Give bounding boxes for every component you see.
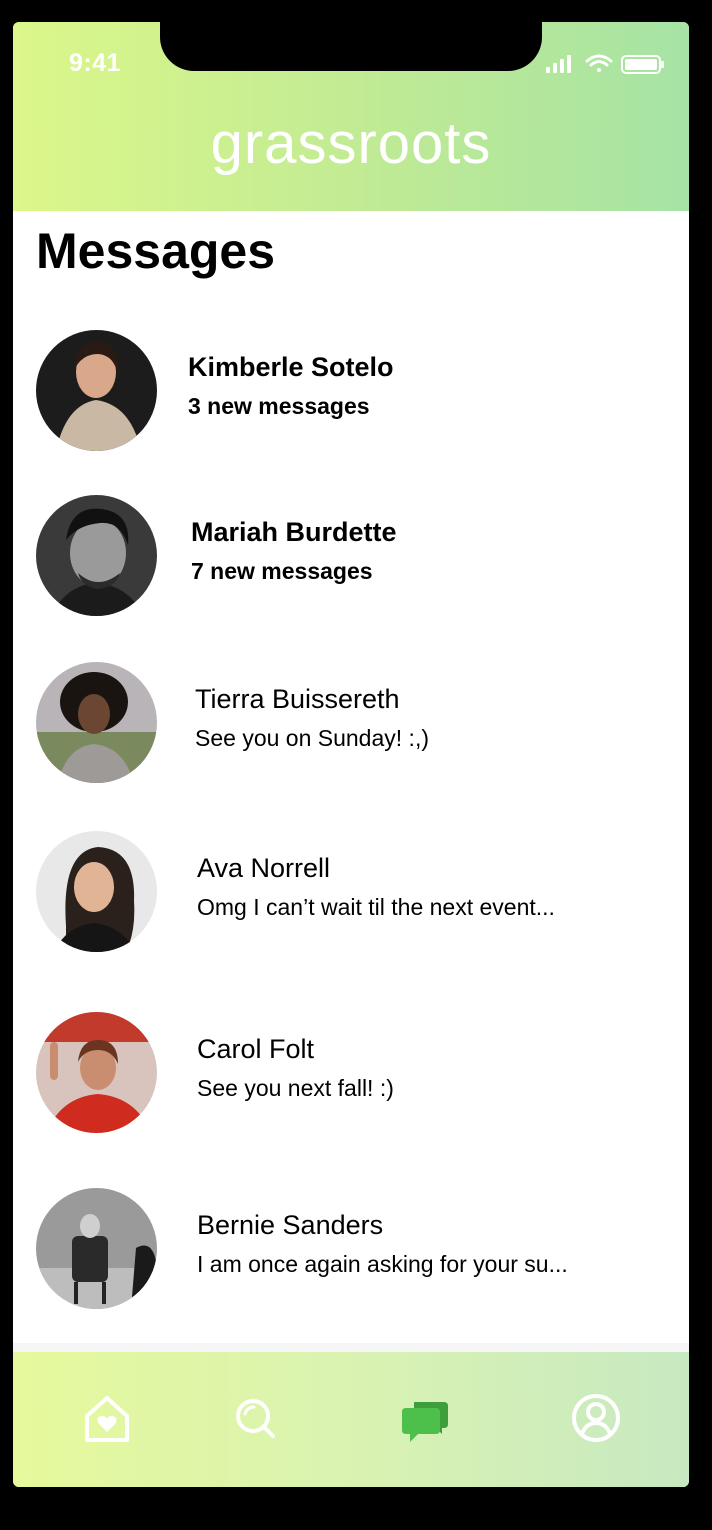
message-preview: Omg I can’t wait til the next event... — [197, 894, 555, 920]
avatar — [36, 1188, 157, 1309]
signal-icon — [546, 55, 571, 73]
message-row[interactable]: Mariah Burdette 7 new messages — [13, 495, 689, 619]
message-preview: See you on Sunday! :,) — [195, 725, 429, 751]
device-notch — [160, 22, 542, 71]
page-title: Messages — [36, 223, 276, 279]
contact-name: Bernie Sanders — [197, 1210, 384, 1240]
profile-icon — [572, 1394, 620, 1442]
status-time: 9:41 — [69, 49, 122, 77]
search-icon — [236, 1399, 275, 1438]
contact-name: Kimberle Sotelo — [188, 352, 394, 382]
nav-divider — [13, 1343, 689, 1352]
contact-name: Mariah Burdette — [191, 517, 397, 547]
app-header: 9:41 grassroots — [13, 22, 689, 211]
message-row[interactable]: Carol Folt See you next fall! :) — [13, 1012, 689, 1136]
message-preview: I am once again asking for your su... — [197, 1251, 568, 1277]
avatar — [36, 662, 157, 783]
message-row[interactable]: Ava Norrell Omg I can’t wait til the nex… — [13, 831, 689, 955]
message-row[interactable]: Bernie Sanders I am once again asking fo… — [13, 1188, 689, 1312]
status-icons — [546, 54, 664, 74]
avatar — [36, 495, 157, 616]
contact-name: Ava Norrell — [197, 853, 331, 883]
avatar — [36, 1012, 157, 1133]
home-heart-icon — [85, 1396, 129, 1442]
message-preview: 7 new messages — [191, 558, 373, 584]
message-preview: 3 new messages — [188, 393, 370, 419]
contact-name: Tierra Buissereth — [195, 684, 400, 714]
nav-home[interactable] — [79, 1390, 135, 1446]
phone-screen: 9:41 grassroots Messages Kimberle Sotelo… — [13, 22, 689, 1487]
brand-logo: grassroots — [210, 111, 492, 176]
nav-messages[interactable] — [398, 1390, 454, 1446]
chat-bubbles-icon — [402, 1402, 448, 1442]
nav-profile[interactable] — [568, 1390, 624, 1446]
avatar — [36, 831, 157, 952]
battery-icon — [621, 55, 664, 74]
nav-search[interactable] — [227, 1390, 283, 1446]
contact-name: Carol Folt — [197, 1034, 315, 1064]
message-row[interactable]: Kimberle Sotelo 3 new messages — [13, 330, 689, 454]
message-row[interactable]: Tierra Buissereth See you on Sunday! :,) — [13, 662, 689, 786]
wifi-icon — [585, 54, 613, 72]
bottom-nav — [13, 1352, 689, 1487]
message-preview: See you next fall! :) — [197, 1075, 394, 1101]
avatar — [36, 330, 157, 451]
